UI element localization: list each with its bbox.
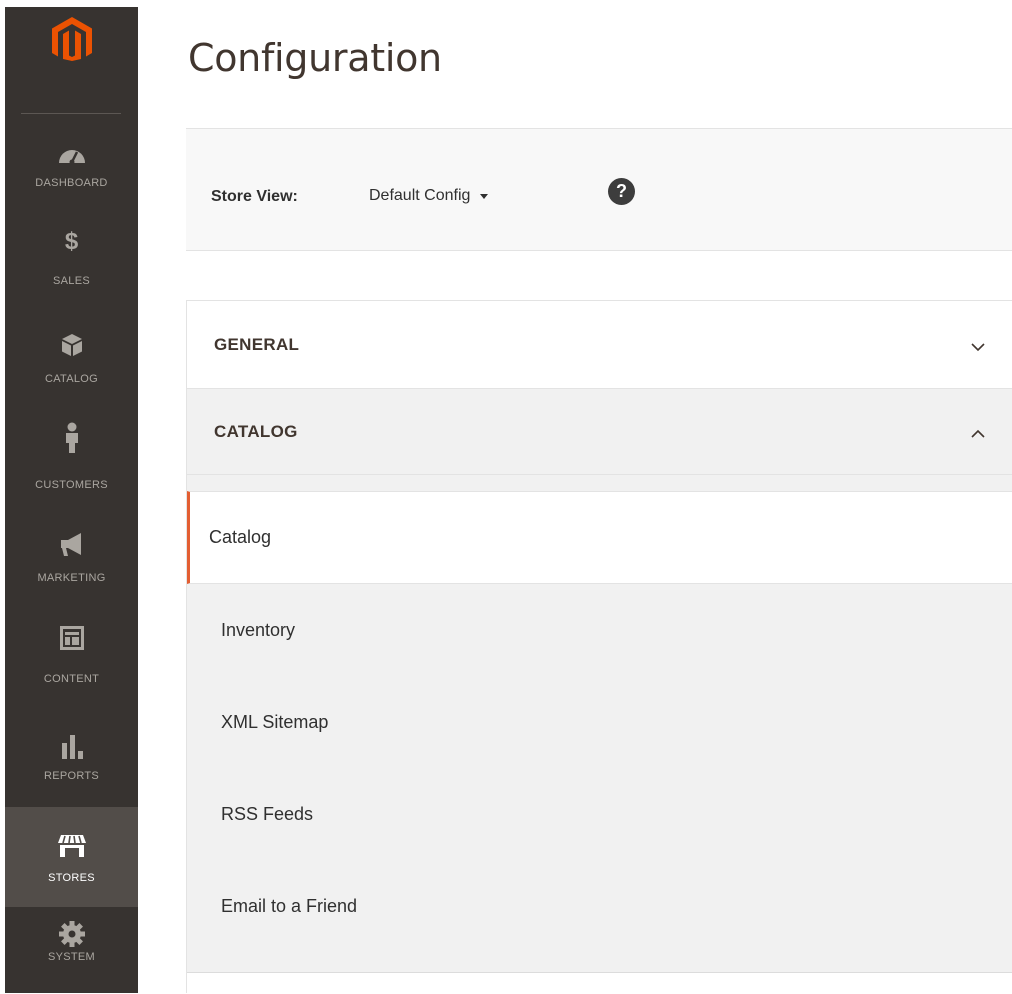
- box-icon: [5, 330, 138, 360]
- store-view-label: Store View:: [211, 188, 298, 205]
- tab-general[interactable]: GENERAL: [187, 301, 1012, 389]
- person-icon: [5, 422, 138, 453]
- megaphone-icon: [5, 529, 138, 559]
- sub-item-catalog[interactable]: Catalog: [187, 491, 1012, 584]
- gauge-icon: [5, 139, 138, 169]
- admin-sidebar: DASHBOARD $ SALES CATALOG CUSTOMERS MARK…: [5, 7, 138, 993]
- dollar-icon: $: [64, 228, 79, 255]
- sub-item-email-to-a-friend[interactable]: Email to a Friend: [187, 860, 1012, 952]
- sidebar-item-sales[interactable]: $ SALES: [5, 227, 138, 325]
- sub-item-label: Catalog: [209, 527, 272, 547]
- sub-item-label: Inventory: [221, 620, 296, 640]
- magento-logo[interactable]: [5, 17, 138, 67]
- tab-general-label: GENERAL: [214, 335, 300, 354]
- bar-chart-icon: [5, 731, 138, 761]
- sidebar-item-label: REPORTS: [43, 770, 100, 782]
- help-icon[interactable]: ?: [608, 178, 635, 205]
- gear-icon: [5, 919, 138, 949]
- tab-catalog-label: CATALOG: [214, 422, 298, 441]
- store-view-bar: Store View: Default Config ?: [186, 128, 1012, 251]
- caret-down-icon: [480, 193, 489, 199]
- sidebar-item-customers[interactable]: CUSTOMERS: [5, 411, 138, 509]
- chevron-up-icon: [971, 423, 985, 443]
- layout-icon: [5, 623, 138, 653]
- sidebar-divider: [21, 113, 121, 114]
- sidebar-item-system[interactable]: SYSTEM: [5, 907, 138, 993]
- sidebar-item-stores[interactable]: STORES: [5, 807, 138, 907]
- sidebar-item-label: SYSTEM: [47, 951, 96, 963]
- store-view-value: Default Config: [369, 187, 471, 204]
- sidebar-item-reports[interactable]: REPORTS: [5, 713, 138, 811]
- sub-item-inventory[interactable]: Inventory: [187, 584, 1012, 676]
- sub-item-xml-sitemap[interactable]: XML Sitemap: [187, 676, 1012, 768]
- sidebar-item-label: CUSTOMERS: [35, 479, 108, 491]
- sidebar-item-content[interactable]: CONTENT: [5, 615, 138, 713]
- store-view-switcher[interactable]: Default Config: [369, 187, 489, 205]
- sub-item-label: XML Sitemap: [221, 712, 329, 732]
- page-title: Configuration: [188, 36, 442, 80]
- sidebar-item-catalog[interactable]: CATALOG: [5, 325, 138, 423]
- magento-logo-icon: [51, 17, 92, 61]
- sidebar-item-label: STORES: [48, 872, 95, 884]
- sidebar-item-label: CATALOG: [44, 373, 99, 385]
- sidebar-item-label: CONTENT: [43, 673, 100, 685]
- tab-catalog[interactable]: CATALOG: [187, 389, 1012, 475]
- sidebar-item-label: DASHBOARD: [35, 177, 108, 189]
- chevron-down-icon: [971, 337, 985, 357]
- sub-item-rss-feeds[interactable]: RSS Feeds: [187, 768, 1012, 860]
- sidebar-item-marketing[interactable]: MARKETING: [5, 517, 138, 615]
- sidebar-item-label: SALES: [53, 275, 90, 287]
- sidebar-item-dashboard[interactable]: DASHBOARD: [5, 129, 138, 227]
- next-tab-edge: [187, 973, 1012, 994]
- sub-item-label: Email to a Friend: [221, 896, 358, 916]
- storefront-icon: [5, 831, 138, 861]
- sub-item-label: RSS Feeds: [221, 804, 314, 824]
- sidebar-item-label: MARKETING: [37, 572, 106, 584]
- config-tabs: GENERAL CATALOG Catalog Inventory XML Si…: [186, 300, 1012, 994]
